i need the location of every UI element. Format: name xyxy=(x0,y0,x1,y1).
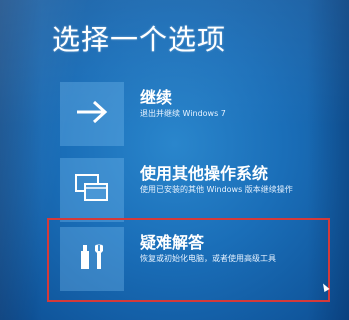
page-title: 选择一个选项 xyxy=(52,23,227,56)
option-other-os-title: 使用其他操作系统 xyxy=(140,164,269,183)
option-continue-title: 继续 xyxy=(140,88,173,107)
option-other-os-tile xyxy=(60,158,124,222)
option-continue-desc: 退出并继续 Windows 7 xyxy=(140,109,226,118)
selection-highlight xyxy=(47,218,330,302)
option-other-os-desc: 使用已安装的其他 Windows 版本继续操作 xyxy=(140,185,293,194)
boot-options-screen: 选择一个选项 继续 退出并继续 Windows 7 使用其他操作系统 使用已安装… xyxy=(0,0,349,320)
arrow-right-icon xyxy=(75,99,109,129)
windows-stack-icon xyxy=(74,173,110,207)
option-continue[interactable]: 继续 退出并继续 Windows 7 xyxy=(60,82,292,146)
option-other-os[interactable]: 使用其他操作系统 使用已安装的其他 Windows 版本继续操作 xyxy=(60,158,293,222)
option-continue-tile xyxy=(60,82,124,146)
